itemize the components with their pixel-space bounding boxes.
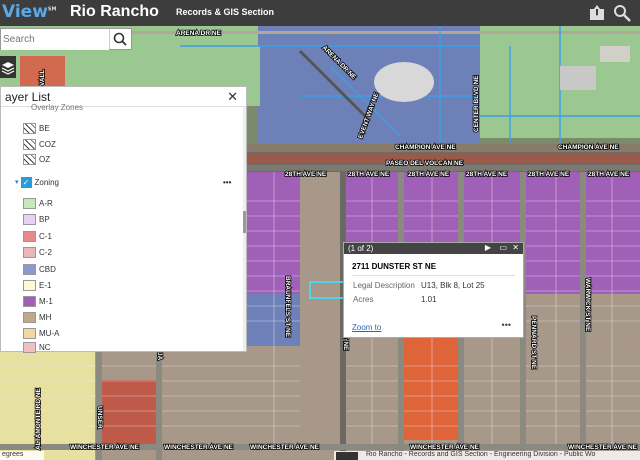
divider [352, 275, 515, 276]
esri-logo-icon [336, 452, 358, 460]
layer-item-overlay-zones[interactable]: Overlay Zones [31, 101, 83, 113]
map-label-28th-3: 28TH AVE NE [408, 171, 450, 178]
legend-item-nc: NC [23, 341, 51, 353]
swatch-icon [23, 311, 36, 323]
search-box [0, 28, 132, 50]
attribution-bar: Rio Rancho - Records and GIS Section - E… [334, 451, 640, 460]
swatch-icon [23, 263, 36, 275]
map-label-champion-right: CHAMPION AVE NE [558, 144, 619, 151]
map-label-28th-6: 28TH AVE NE [588, 171, 630, 178]
map-label-28th-5: 28TH AVE NE [528, 171, 570, 178]
map-label-vall: VALL [39, 69, 46, 86]
checkbox-icon[interactable]: ✓ [20, 176, 32, 188]
layer-item-zoning[interactable]: ▾ ✓ Zoning [15, 176, 59, 188]
map-label-braunfels: BRAUNFELS ST NE [284, 276, 291, 338]
popup-more-button[interactable]: ••• [502, 320, 511, 330]
hatch-swatch-icon [23, 153, 36, 165]
app-logo: ViewSM [2, 2, 57, 22]
map-label-28th-2: 28TH AVE NE [348, 171, 390, 178]
layers-icon [1, 62, 15, 75]
map-label-center-blvd: CENTER BLVD NE [473, 75, 480, 132]
scrollbar-thumb[interactable] [243, 211, 246, 233]
map-label-28th-4: 28TH AVE NE [466, 171, 508, 178]
map-label-arena-dr: ARENA DR NE [176, 30, 222, 37]
app-title: Rio Rancho [70, 3, 159, 20]
close-icon[interactable]: ✕ [512, 243, 519, 252]
layer-item-oz[interactable]: OZ [23, 153, 50, 165]
hatch-swatch-icon [23, 122, 36, 134]
swatch-icon [23, 279, 36, 291]
layer-options-button[interactable]: ••• [223, 176, 231, 188]
feature-popup: (1 of 2) ▶ ▭ ✕ 2711 DUNSTER ST NE Legal … [343, 242, 524, 338]
search-input[interactable] [1, 29, 109, 50]
map-label-altamonte: ALTAMONTE RD NE [35, 387, 42, 450]
hatch-swatch-icon [23, 138, 36, 150]
map-label-winchester-5: WINCHESTER AVE NE [568, 444, 638, 451]
bookmark-icon[interactable] [587, 3, 607, 23]
map-label-28th-1: 28TH AVE NE [285, 171, 327, 178]
attribution-text: Rio Rancho - Records and GIS Section - E… [366, 451, 596, 458]
popup-counter: (1 of 2) [348, 244, 374, 253]
layers-button[interactable] [0, 56, 16, 78]
legend-item-m1: M-1 [23, 295, 53, 307]
next-icon[interactable]: ▶ [485, 243, 491, 252]
maximize-icon[interactable]: ▭ [499, 243, 507, 252]
legend-item-ar: A-R [23, 197, 53, 209]
legend-item-mh: MH [23, 311, 51, 323]
map-label-winchester-1: WINCHESTER AVE NE [70, 444, 140, 451]
popup-field-acres: Acres 1.01 [353, 295, 437, 304]
swatch-icon [23, 327, 36, 339]
swatch-icon [23, 246, 36, 258]
map-label-champion-left: CHAMPION AVE NE [395, 144, 456, 151]
map-label-ja: JA [156, 352, 163, 361]
map-label-pennard: PENNARD ST NE [530, 316, 537, 370]
app-subtitle: Records & GIS Section [176, 7, 275, 17]
scrollbar[interactable] [243, 107, 246, 351]
search-icon [113, 32, 127, 46]
map-label-warwick: WARWICK ST NE [584, 278, 591, 332]
app-header: ViewSM Rio Rancho Records & GIS Section [0, 0, 640, 26]
coordinate-readout: egrees [0, 451, 44, 460]
legend-item-cbd: CBD [23, 263, 56, 275]
close-icon[interactable]: ✕ [227, 89, 238, 105]
swatch-icon [23, 295, 36, 307]
map-label-paseo: PASEO DEL VOLCAN NE [386, 160, 464, 167]
legend-item-mua: MU-A [23, 327, 59, 339]
swatch-icon [23, 230, 36, 242]
search-icon[interactable] [612, 3, 632, 23]
map-label-winchester-3: WINCHESTER AVE NE [250, 444, 320, 451]
chevron-down-icon[interactable]: ▾ [15, 178, 19, 186]
legend-item-bp: BP [23, 213, 50, 225]
swatch-icon [23, 213, 36, 225]
legend-item-c2: C-2 [23, 246, 52, 258]
layer-item-coz[interactable]: COZ [23, 138, 56, 150]
search-button[interactable] [109, 29, 131, 49]
layer-item-be[interactable]: BE [23, 122, 50, 134]
swatch-icon [23, 341, 36, 353]
legend-item-e1: E-1 [23, 279, 51, 291]
map-label-winchester-4: WINCHESTER AVE NE [410, 444, 480, 451]
map-label-unser: UNSER [96, 406, 103, 429]
popup-header: (1 of 2) ▶ ▭ ✕ [344, 243, 523, 254]
map-label-winchester-2: WINCHESTER AVE NE [164, 444, 234, 451]
layer-list-panel: ayer List ✕ Overlay Zones BE COZ OZ ▾ ✓ … [0, 86, 247, 353]
popup-title: 2711 DUNSTER ST NE [352, 262, 437, 271]
legend-item-c1: C-1 [23, 230, 52, 242]
popup-field-legal: Legal Description U13, Blk 8, Lot 25 [353, 281, 485, 290]
swatch-icon [23, 197, 36, 209]
zoom-to-link[interactable]: Zoom to [352, 323, 381, 332]
